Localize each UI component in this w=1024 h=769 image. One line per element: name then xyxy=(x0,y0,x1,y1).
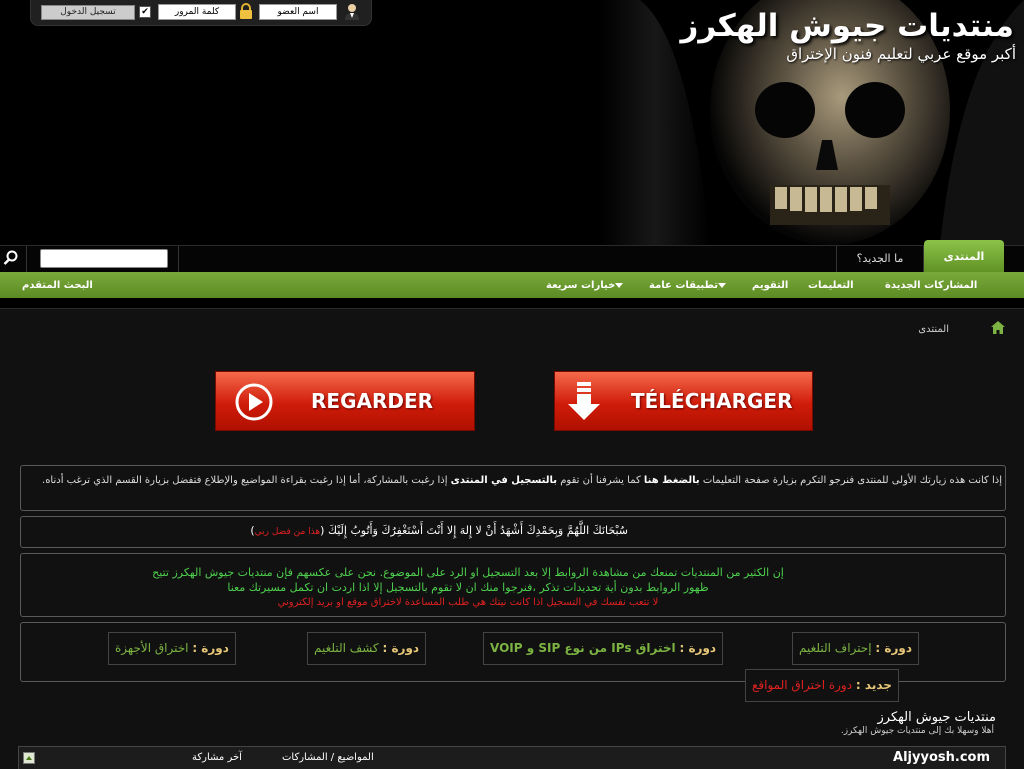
new-course-prefix: جديد : xyxy=(855,678,892,692)
lock-icon xyxy=(240,3,252,19)
course-name: إحتراف التلغيم xyxy=(799,641,872,655)
play-icon xyxy=(235,383,273,421)
site-tagline: أكبر موقع عربي لتعليم فنون الإختراق xyxy=(786,45,1016,63)
new-course-item[interactable]: جديد : دورة اختراق المواقع xyxy=(745,669,899,702)
notice-line-3: لا تتعب نفسك في التسجيل اذا كانت نيتك هي… xyxy=(277,597,659,608)
search-input[interactable] xyxy=(40,249,168,268)
subnav-quick-options-label: خيارات سريعة xyxy=(546,280,616,291)
welcome-text: إذا كانت هذه زيارتك الأولى للمنتدى فنرجو… xyxy=(42,474,1002,488)
subnav-faq[interactable]: التعليمات xyxy=(808,280,854,291)
dhikr-main: سُبْحَانَكَ اللَّهُمَّ وَبِحَمْدِكَ أَشْ… xyxy=(320,524,628,537)
new-course-name: دورة اختراق المواقع xyxy=(752,678,853,692)
registration-notice-text: إن الكثير من المنتديات تمنعك من مشاهدة ا… xyxy=(28,565,908,610)
welcome-text-part1: إذا كانت هذه زيارتك الأولى للمنتدى فنرجو… xyxy=(702,475,1002,486)
welcome-text-part3: إذا رغبت بالمشاركة، أما إذا رغبت بقراءة … xyxy=(42,475,448,486)
course-name: اختراق IPs من نوع SIP و VOIP xyxy=(490,641,676,655)
dhikr-text: سُبْحَانَكَ اللَّهُمَّ وَبِحَمْدِكَ أَشْ… xyxy=(250,524,628,537)
forum-table-header xyxy=(18,746,1006,769)
search-icon[interactable] xyxy=(3,250,19,266)
user-icon xyxy=(345,4,359,20)
site-header: منتديات جيوش الهكرز أكبر موقع عربي لتعلي… xyxy=(0,0,1024,245)
password-field[interactable]: كلمة المرور xyxy=(158,4,236,20)
forum-section-subtitle: أهلا وسهلا بك إلى منتديات جيوش الهكرز. xyxy=(840,726,994,736)
forum-category-name[interactable]: Aljyyosh.com xyxy=(893,750,990,765)
download-arrow-icon xyxy=(568,382,600,420)
divider xyxy=(178,246,179,272)
column-last-post: آخر مشاركة xyxy=(192,752,242,763)
breadcrumb[interactable]: المنتدى xyxy=(918,324,949,335)
course-prefix: دورة : xyxy=(875,641,912,655)
notice-line-2: ظهور الروابط بدون أية تحديدات تذكر ،فنرج… xyxy=(227,581,709,594)
course-item[interactable]: دورة : كشف التلغيم xyxy=(307,632,427,665)
course-prefix: دورة : xyxy=(192,641,229,655)
username-field[interactable]: اسم العضو xyxy=(259,4,337,20)
course-prefix: دورة : xyxy=(382,641,420,655)
tab-whats-new[interactable]: ما الجديد؟ xyxy=(836,246,924,272)
welcome-text-part2: كما يشرفنا أن تقوم xyxy=(560,475,641,486)
divider xyxy=(26,246,27,272)
course-item[interactable]: دورة : اختراق الأجهزة xyxy=(108,632,236,665)
subnav-advanced-search[interactable]: البحث المتقدم xyxy=(22,280,93,291)
sub-navbar xyxy=(0,272,1024,298)
course-item[interactable]: دورة : إحتراف التلغيم xyxy=(792,632,919,665)
home-icon[interactable] xyxy=(991,321,1005,334)
chevron-down-icon xyxy=(717,282,726,288)
watch-button[interactable]: REGARDER xyxy=(215,371,475,431)
faq-link[interactable]: بالضغط هنا xyxy=(644,475,700,486)
site-title[interactable]: منتديات جيوش الهكرز xyxy=(680,8,1014,44)
collapse-icon[interactable] xyxy=(23,752,35,764)
login-bar: تسجيل الدخول ✔ كلمة المرور اسم العضو xyxy=(30,0,372,26)
welcome-notice xyxy=(20,465,1006,511)
course-prefix: دورة : xyxy=(679,641,717,655)
login-button[interactable]: تسجيل الدخول xyxy=(41,5,135,20)
register-link[interactable]: بالتسجيل في المنتدى xyxy=(451,475,557,486)
column-topics-posts: المواضيع / المشاركات xyxy=(282,752,374,763)
chevron-down-icon xyxy=(615,282,624,288)
watch-button-label: REGARDER xyxy=(311,389,434,413)
remember-me-checkbox[interactable]: ✔ xyxy=(139,6,151,18)
tab-forum[interactable]: المنتدى xyxy=(924,240,1004,274)
notice-line-1: إن الكثير من المنتديات تمنعك من مشاهدة ا… xyxy=(152,566,784,579)
course-name: كشف التلغيم xyxy=(314,641,379,655)
course-name: اختراق الأجهزة xyxy=(115,641,189,655)
subnav-calendar[interactable]: التقويم xyxy=(752,280,788,291)
subnav-general-apps-label: تطبيقات عامة xyxy=(649,280,718,291)
subnav-general-apps[interactable]: تطبيقات عامة xyxy=(649,280,729,291)
dhikr-credit: هذا من فضل ربي xyxy=(254,527,321,537)
download-button[interactable]: TÉLÉCHARGER xyxy=(554,371,813,431)
download-button-label: TÉLÉCHARGER xyxy=(631,389,793,413)
subnav-new-posts[interactable]: المشاركات الجديدة xyxy=(885,280,977,291)
subnav-quick-options[interactable]: خيارات سريعة xyxy=(546,280,626,291)
course-item[interactable]: دورة : اختراق IPs من نوع SIP و VOIP xyxy=(483,632,724,665)
forum-section-title[interactable]: منتديات جيوش الهكرز xyxy=(878,710,996,725)
